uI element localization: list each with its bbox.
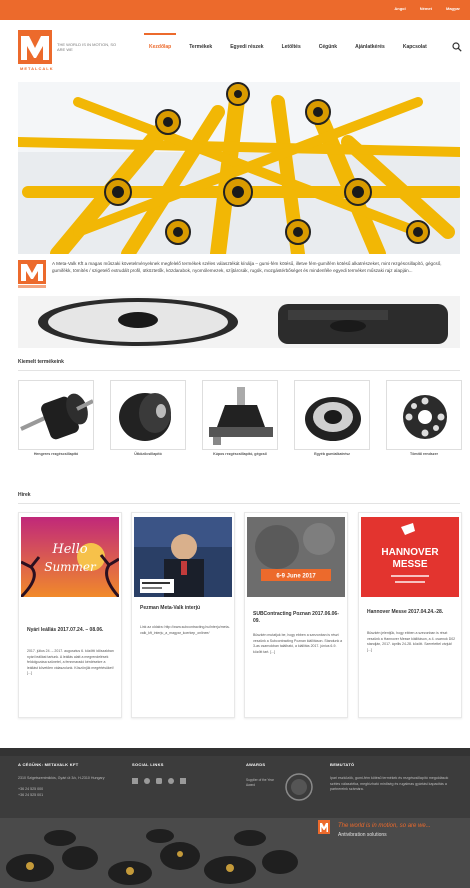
facebook-icon[interactable] xyxy=(132,778,138,784)
news-card[interactable]: Hello Summer Nyári leállás 2017.07.24. –… xyxy=(18,512,122,718)
footer-awards-title: AWARDS xyxy=(246,762,266,767)
news-title[interactable]: Nyári leállás 2017.07.24. – 08.06. xyxy=(27,627,117,634)
news-card[interactable]: 6-9 June 2017 SUBContracting Poznan 2017… xyxy=(244,512,348,718)
lang-link-en[interactable]: Angol xyxy=(394,6,405,11)
main-nav: Kezdőlap Termékek Egyedi részek Letöltés… xyxy=(140,33,436,56)
featured-products: Hengeres rezgéscsillapító Ütközőcsillapí… xyxy=(18,380,462,470)
news-image[interactable]: 6-9 June 2017 xyxy=(247,517,345,597)
poster-hello-text: Hello xyxy=(51,542,87,557)
google-plus-icon[interactable] xyxy=(168,778,174,784)
hero-image xyxy=(18,82,460,254)
poster-summer-text: Summer xyxy=(44,560,97,574)
product-image[interactable] xyxy=(202,380,278,450)
footer-company-title: A CÉGÜNK: METAVALK KFT xyxy=(18,762,79,767)
product-image[interactable] xyxy=(18,380,94,450)
intro-section: A Meta-Valk Kft a magas műszaki követelm… xyxy=(18,258,460,294)
news-excerpt: 2017. július 24. – 2017. augusztus 6. kö… xyxy=(27,649,114,675)
footer-top-band xyxy=(0,748,470,756)
footer-social-title: SOCIAL LINKS xyxy=(132,762,164,767)
news-card[interactable]: HANNOVER MESSE Hannover Messe 2017.04.24… xyxy=(358,512,462,718)
news-title[interactable]: SUBContracting Poznan 2017.06.06-09. xyxy=(253,611,343,625)
award-badge: Supplier of the Year Award xyxy=(246,772,316,806)
award-text: Supplier of the Year Award xyxy=(246,778,274,787)
product-image[interactable] xyxy=(386,380,462,450)
coupling-image xyxy=(403,395,447,439)
lang-link-hu[interactable]: Magyar xyxy=(446,6,460,11)
site-footer: A CÉGÜNK: METAVALK KFT 2310 Szigetszentm… xyxy=(0,748,470,888)
news-excerpt: Link az oldalra: http://www.subcontracti… xyxy=(140,625,230,635)
search-icon[interactable] xyxy=(452,42,462,52)
nav-company[interactable]: Cégünk xyxy=(310,38,346,56)
footer-company-text: 2310 Szigetszentmiklós, Gyári út 3/c, H-… xyxy=(18,776,105,797)
products-divider xyxy=(18,370,460,371)
language-links: Angol Német Magyar xyxy=(394,6,460,11)
poster-hannover-text: HANNOVER xyxy=(381,547,439,558)
footer-banner-slogan: The world is in motion, so are we... xyxy=(338,823,431,829)
rubber-parts-banner xyxy=(18,296,460,348)
news-divider xyxy=(18,503,460,504)
product-label[interactable]: Ütközőcsillapító xyxy=(110,452,186,457)
nav-quote-request[interactable]: Ajánlatkérés xyxy=(346,38,394,56)
logo-wordmark: METALCALK xyxy=(20,66,54,71)
company-logo-icon[interactable] xyxy=(18,30,52,64)
news-image[interactable] xyxy=(134,517,232,597)
site-header: METALCALK THE WORLD IS IN MOTION, SO ARE… xyxy=(0,20,470,80)
conical-mount-image xyxy=(209,387,273,445)
social-links xyxy=(132,778,186,784)
footer-about-title: BEMUTATÓ xyxy=(330,762,355,767)
footer-about-text: Ipari eszközök, gumi-fém kötésű termékek… xyxy=(330,776,449,791)
product-card[interactable]: Kúpos rezgéscsillapító, gégcső xyxy=(202,380,278,470)
summer-poster-image: Hello Summer xyxy=(21,517,119,597)
instagram-icon[interactable] xyxy=(156,778,162,784)
products-banner xyxy=(18,296,460,348)
subcontracting-poster-image: 6-9 June 2017 xyxy=(247,517,345,597)
nav-contact[interactable]: Kapcsolat xyxy=(394,38,436,56)
intro-paragraph: A Meta-Valk Kft a magas műszaki követelm… xyxy=(52,261,442,273)
news-excerpt: Büszkén jelentjük, hogy ebben a szezonba… xyxy=(367,631,456,652)
interview-photo-image xyxy=(134,517,232,597)
rubber-ring-image xyxy=(305,397,361,441)
bumper-image xyxy=(119,393,171,441)
news-image[interactable]: HANNOVER MESSE xyxy=(361,517,459,597)
header-slogan: THE WORLD IS IN MOTION, SO ARE WE xyxy=(57,42,117,52)
news-excerpt: Büszkén mutatjuk be, hogy ebben a szezon… xyxy=(253,633,343,654)
product-card[interactable]: Ütközőcsillapító xyxy=(110,380,186,470)
product-label[interactable]: Hengeres rezgéscsillapító xyxy=(18,452,94,457)
news-image[interactable]: Hello Summer xyxy=(21,517,119,597)
nav-downloads[interactable]: Letöltés xyxy=(273,38,310,56)
product-label[interactable]: Egyéb gumialkatrész xyxy=(294,452,370,457)
news-card[interactable]: Pezman Meta-Valk interjú Link az oldalra… xyxy=(131,512,235,718)
intro-logo-icon xyxy=(18,260,46,288)
product-image[interactable] xyxy=(294,380,370,450)
nav-custom-parts[interactable]: Egyedi részek xyxy=(221,38,272,56)
news-title[interactable]: Hannover Messe 2017.04.24.-28. xyxy=(367,609,457,616)
product-card[interactable]: Egyéb gumialkatrész xyxy=(294,380,370,470)
news-list: Hello Summer Nyári leállás 2017.07.24. –… xyxy=(18,512,462,718)
twitter-icon[interactable] xyxy=(144,778,150,784)
product-card[interactable]: Hengeres rezgéscsillapító xyxy=(18,380,94,470)
nav-home[interactable]: Kezdőlap xyxy=(140,33,180,56)
product-card[interactable]: Tömítő rendszer xyxy=(386,380,462,470)
linkedin-icon[interactable] xyxy=(180,778,186,784)
poster-messe-text: MESSE xyxy=(392,559,427,570)
product-label[interactable]: Kúpos rezgéscsillapító, gégcső xyxy=(202,452,278,457)
footer-banner-subtitle: Antivibration solutions xyxy=(338,832,387,838)
news-section-title: Hírek xyxy=(18,492,31,498)
poster-date-text: 6-9 June 2017 xyxy=(276,574,316,580)
hannover-messe-poster-image: HANNOVER MESSE xyxy=(361,517,459,597)
nav-products[interactable]: Termékek xyxy=(180,38,221,56)
product-label[interactable]: Tömítő rendszer xyxy=(386,452,462,457)
product-image[interactable] xyxy=(110,380,186,450)
cylinder-mount-image xyxy=(20,393,93,440)
hero-pipes-illustration xyxy=(18,82,460,254)
lang-link-de[interactable]: Német xyxy=(420,6,432,11)
top-bar: Angol Német Magyar xyxy=(0,0,470,20)
award-medal-icon xyxy=(285,773,313,801)
products-section-title: Kiemelt termékeink xyxy=(18,359,64,365)
news-title[interactable]: Pezman Meta-Valk interjú xyxy=(140,605,230,612)
